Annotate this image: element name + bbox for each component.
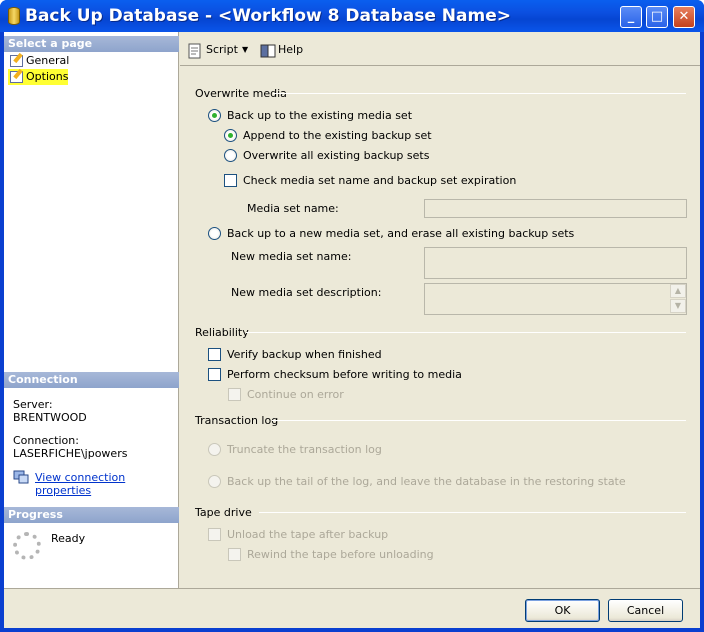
divider: [246, 332, 686, 333]
maximize-icon: □: [650, 9, 664, 24]
new-media-set-name-label: New media set name:: [231, 250, 352, 263]
minimize-button[interactable]: _: [620, 6, 642, 28]
close-button[interactable]: ✕: [673, 6, 695, 28]
title-bar[interactable]: Back Up Database - <Workflow 8 Database …: [0, 0, 704, 32]
new-media-set-name-field[interactable]: [424, 247, 687, 279]
help-icon: [260, 43, 276, 59]
connection-value: LASERFICHE\jpowers: [13, 447, 128, 460]
transaction-log-title: Transaction log: [195, 414, 279, 427]
page-options[interactable]: Options: [8, 69, 69, 85]
page-general-label: General: [26, 54, 70, 67]
checkbox-box: [208, 368, 221, 381]
backup-database-window: Back Up Database - <Workflow 8 Database …: [0, 0, 704, 632]
button-bar: OK Cancel: [4, 588, 700, 628]
scroll-up-icon[interactable]: ▲: [670, 284, 686, 298]
page-options-label: Options: [26, 70, 69, 83]
server-label: Server:: [13, 398, 53, 411]
checkbox-check-media-set-label: Check media set name and backup set expi…: [243, 174, 517, 187]
radio-append-backup-set-label: Append to the existing backup set: [243, 129, 432, 142]
connection-header: Connection: [4, 372, 179, 388]
radio-truncate-log-label: Truncate the transaction log: [227, 443, 382, 456]
checkbox-continue-on-error-label: Continue on error: [247, 388, 344, 401]
radio-circle: [208, 109, 221, 122]
script-icon: [187, 43, 203, 59]
checkbox-box: [224, 174, 237, 187]
toolbar: Script ▼ Help: [180, 32, 700, 66]
divider: [259, 512, 686, 513]
window-title: Back Up Database - <Workflow 8 Database …: [25, 6, 511, 26]
checkbox-box: [208, 348, 221, 361]
radio-circle: [208, 227, 221, 240]
checkbox-box: [228, 388, 241, 401]
left-pane: Select a page General Options Connection…: [4, 32, 179, 588]
radio-circle: [224, 149, 237, 162]
media-set-name-field[interactable]: [424, 199, 687, 218]
progress-header: Progress: [4, 507, 179, 523]
maximize-button[interactable]: □: [646, 6, 668, 28]
connection-properties-icon: [13, 470, 29, 484]
checkbox-perform-checksum-label: Perform checksum before writing to media: [227, 368, 462, 381]
page-icon: [10, 71, 23, 83]
ok-button[interactable]: OK: [525, 599, 600, 622]
server-value: BRENTWOOD: [13, 411, 87, 424]
select-page-header: Select a page: [4, 36, 179, 52]
checkbox-box: [228, 548, 241, 561]
checkbox-box: [208, 528, 221, 541]
connection-label: Connection:: [13, 434, 79, 447]
view-connection-properties-link[interactable]: View connection properties: [35, 471, 178, 497]
close-icon: ✕: [678, 9, 690, 24]
script-button[interactable]: Script: [206, 43, 238, 56]
scroll-down-icon[interactable]: ▼: [670, 299, 686, 313]
help-button[interactable]: Help: [278, 43, 303, 56]
tape-drive-title: Tape drive: [195, 506, 252, 519]
page-general[interactable]: General: [8, 53, 69, 69]
media-set-name-label: Media set name:: [247, 202, 339, 215]
divider: [273, 93, 686, 94]
dialog-client: Select a page General Options Connection…: [4, 32, 700, 628]
radio-backup-tail-log-label: Back up the tail of the log, and leave t…: [227, 475, 626, 488]
new-media-set-description-field[interactable]: ▲ ▼: [424, 283, 687, 315]
new-media-set-description-label: New media set description:: [231, 286, 382, 299]
radio-existing-media-set-label: Back up to the existing media set: [227, 109, 413, 122]
page-icon: [10, 55, 23, 67]
checkbox-verify-backup-label: Verify backup when finished: [227, 348, 382, 361]
radio-overwrite-all-label: Overwrite all existing backup sets: [243, 149, 430, 162]
radio-new-media-set-label: Back up to a new media set, and erase al…: [227, 227, 575, 240]
radio-circle: [224, 129, 237, 142]
divider: [272, 420, 686, 421]
radio-circle: [208, 475, 221, 488]
minimize-icon: _: [627, 9, 635, 24]
progress-spinner-icon: [13, 532, 41, 560]
radio-circle: [208, 443, 221, 456]
reliability-title: Reliability: [195, 326, 249, 339]
database-icon: [8, 7, 20, 25]
options-panel: Overwrite media Back up to the existing …: [180, 67, 700, 588]
cancel-button[interactable]: Cancel: [608, 599, 683, 622]
checkbox-unload-tape-label: Unload the tape after backup: [227, 528, 389, 541]
script-dropdown-icon[interactable]: ▼: [242, 45, 248, 54]
progress-status: Ready: [51, 532, 86, 545]
checkbox-rewind-tape-label: Rewind the tape before unloading: [247, 548, 434, 561]
